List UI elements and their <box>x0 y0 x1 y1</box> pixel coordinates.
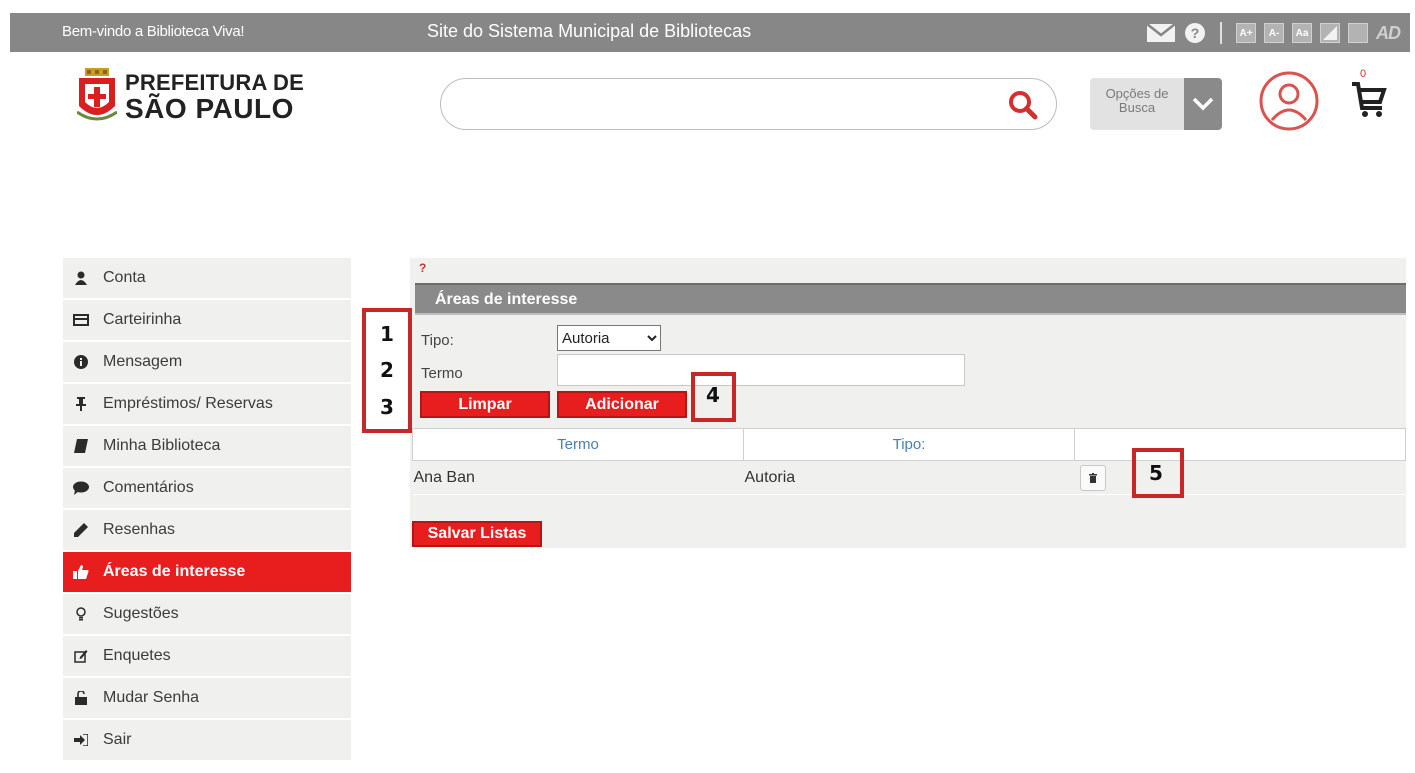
sidebar-item-resenhas[interactable]: Resenhas <box>63 510 351 552</box>
font-decrease-button[interactable]: A- <box>1264 23 1284 43</box>
help-icon[interactable]: ? <box>1184 22 1206 44</box>
sidebar-item-carteirinha[interactable]: Carteirinha <box>63 300 351 342</box>
callout-number-1: 1 <box>380 322 394 346</box>
cell-tipo: Autoria <box>743 460 1075 495</box>
account-sidebar: Conta Carteirinha Mensagem Empréstimos/ … <box>63 258 351 762</box>
sidebar-item-label: Enquetes <box>103 647 171 664</box>
sidebar-item-mensagem[interactable]: Mensagem <box>63 342 351 384</box>
sidebar-item-label: Conta <box>103 269 146 286</box>
logo-text-line1: PREFEITURA DE <box>125 69 305 95</box>
salvar-listas-button[interactable]: Salvar Listas <box>412 521 542 547</box>
sidebar-item-comentarios[interactable]: Comentários <box>63 468 351 510</box>
cell-actions <box>1074 460 1406 495</box>
chevron-down-icon[interactable] <box>1184 78 1222 130</box>
info-icon <box>65 355 97 369</box>
prefeitura-logo[interactable]: PREFEITURA DE SÃO PAULO <box>77 68 304 126</box>
logo-text-line2: SÃO PAULO <box>125 92 294 124</box>
lock-icon <box>65 691 97 705</box>
sidebar-item-label: Comentários <box>103 479 194 496</box>
sidebar-item-enquetes[interactable]: Enquetes <box>63 636 351 678</box>
site-title[interactable]: Site do Sistema Municipal de Bibliotecas <box>427 21 751 42</box>
search-options-dropdown[interactable]: Opções de Busca <box>1090 78 1222 130</box>
card-icon <box>65 314 97 326</box>
cart-icon[interactable]: 0 <box>1350 68 1388 125</box>
limpar-button[interactable]: Limpar <box>420 391 550 418</box>
callout-number-3: 3 <box>380 395 394 419</box>
svg-text:?: ? <box>1191 25 1200 41</box>
high-contrast-button[interactable] <box>1348 23 1368 43</box>
column-header-tipo[interactable]: Tipo: <box>743 428 1075 461</box>
termo-input[interactable] <box>557 354 965 386</box>
panel-heading: Áreas de interesse <box>415 283 1406 315</box>
sidebar-item-label: Resenhas <box>103 521 176 538</box>
interests-table: Termo Tipo: Ana Ban Autoria <box>412 428 1406 495</box>
sidebar-item-label: Sugestões <box>103 605 179 622</box>
search-bar <box>440 78 1057 130</box>
callout-number-4: 4 <box>706 383 720 407</box>
comment-icon <box>65 481 97 495</box>
search-icon[interactable] <box>1008 90 1038 125</box>
callout-number-2: 2 <box>380 358 394 382</box>
sidebar-item-label: Sair <box>103 731 132 748</box>
user-account-icon[interactable] <box>1258 70 1320 137</box>
toolbar-divider <box>1220 22 1222 44</box>
sidebar-item-label: Mudar Senha <box>103 689 200 706</box>
lightbulb-icon <box>65 607 97 621</box>
contrast-button[interactable] <box>1320 23 1340 43</box>
coat-of-arms-icon <box>77 68 117 121</box>
search-options-label: Opções de Busca <box>1090 78 1184 130</box>
audio-description-button[interactable]: AD <box>1376 23 1401 44</box>
user-icon <box>65 271 97 285</box>
book-icon <box>65 439 97 453</box>
tipo-label: Tipo: <box>421 332 454 349</box>
search-input[interactable] <box>461 91 1001 119</box>
sidebar-item-label: Carteirinha <box>103 311 182 328</box>
sidebar-item-emprestimos[interactable]: Empréstimos/ Reservas <box>63 384 351 426</box>
table-row: Ana Ban Autoria <box>412 460 1406 495</box>
edit-icon <box>65 649 97 663</box>
thumbs-up-icon <box>65 565 97 579</box>
column-header-actions <box>1074 428 1406 461</box>
sidebar-item-conta[interactable]: Conta <box>63 258 351 300</box>
pin-icon <box>65 397 97 411</box>
welcome-text: Bem-vindo a Biblioteca Viva! <box>62 23 245 40</box>
sidebar-item-areas-de-interesse[interactable]: Áreas de interesse <box>63 552 351 594</box>
sidebar-item-label: Empréstimos/ Reservas <box>103 395 273 412</box>
font-reset-button[interactable]: Aa <box>1292 23 1312 43</box>
mail-icon[interactable] <box>1146 22 1176 44</box>
font-increase-button[interactable]: A+ <box>1236 23 1256 43</box>
cell-termo: Ana Ban <box>412 460 744 495</box>
help-link[interactable]: ? <box>419 261 426 275</box>
sidebar-item-label: Mensagem <box>103 353 183 370</box>
pencil-icon <box>65 523 97 537</box>
trash-icon <box>1088 472 1097 483</box>
column-header-termo[interactable]: Termo <box>412 428 744 461</box>
areas-de-interesse-panel: ? Áreas de interesse Tipo: Autoria Termo… <box>410 258 1406 548</box>
top-bar: Bem-vindo a Biblioteca Viva! Site do Sis… <box>10 13 1410 52</box>
sidebar-item-minha-biblioteca[interactable]: Minha Biblioteca <box>63 426 351 468</box>
sidebar-item-label: Minha Biblioteca <box>103 437 221 454</box>
tipo-select[interactable]: Autoria <box>557 325 661 351</box>
sidebar-item-label: Áreas de interesse <box>103 563 246 580</box>
callout-number-5: 5 <box>1149 461 1163 485</box>
adicionar-button[interactable]: Adicionar <box>557 391 687 418</box>
cart-count: 0 <box>1360 68 1367 80</box>
accessibility-toolbar: ? A+ A- Aa AD <box>1146 21 1401 45</box>
sign-out-icon <box>65 734 97 746</box>
sidebar-item-mudar-senha[interactable]: Mudar Senha <box>63 678 351 720</box>
delete-button[interactable] <box>1079 464 1106 491</box>
sidebar-item-sugestoes[interactable]: Sugestões <box>63 594 351 636</box>
sidebar-item-sair[interactable]: Sair <box>63 720 351 762</box>
termo-label: Termo <box>421 365 463 382</box>
